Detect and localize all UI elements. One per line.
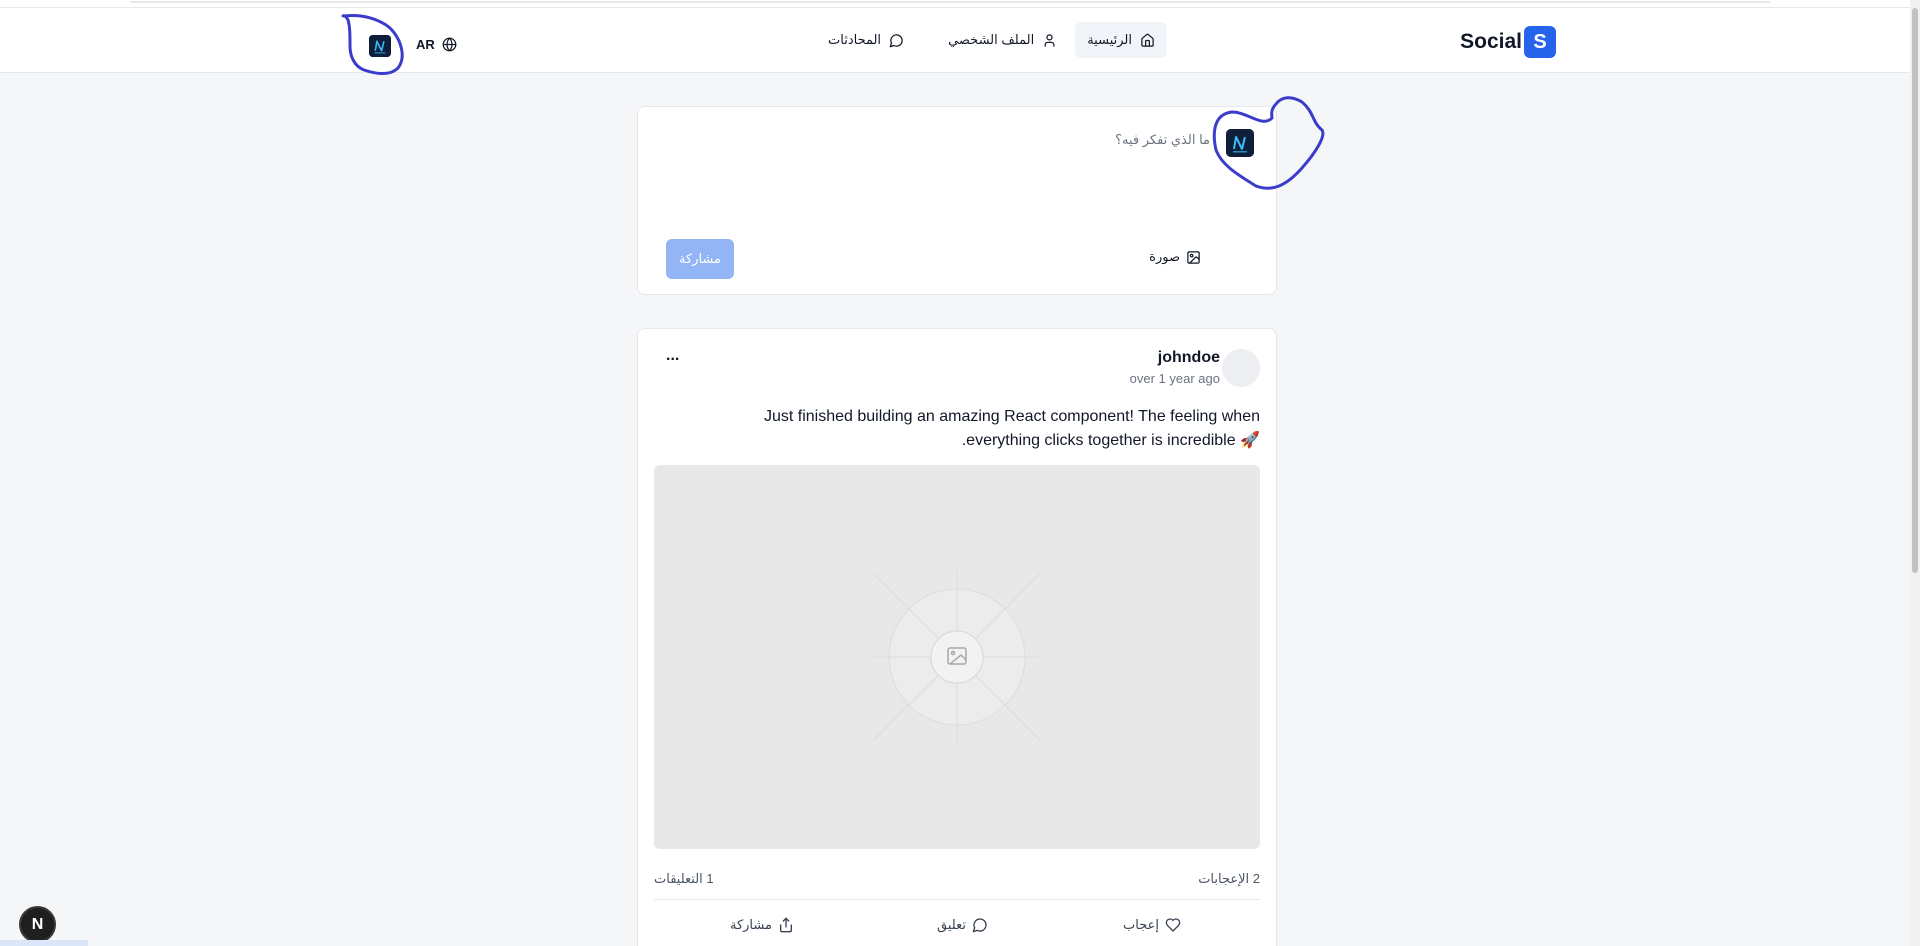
avatar-logo-icon (1226, 129, 1254, 157)
scrollbar-thumb[interactable] (1912, 8, 1918, 573)
publish-button[interactable]: مشاركة (666, 239, 734, 279)
post-image-placeholder[interactable] (654, 465, 1260, 849)
comment-label: تعليق (937, 917, 966, 932)
likes-count[interactable]: 2 الإعجابات (1198, 871, 1260, 887)
post-composer: ما الذي تفكر فيه؟ صورة مشاركة (637, 106, 1277, 295)
comment-icon (972, 918, 987, 933)
bottom-indicator (0, 940, 88, 946)
heart-icon (1165, 918, 1181, 932)
post-author-name[interactable]: johndoe (1158, 349, 1220, 367)
add-photo-button[interactable]: صورة (1149, 249, 1201, 265)
navbar: Social S المحادثات الملف الشخصي الرئيسية… (0, 8, 1910, 73)
composer-input[interactable]: ما الذي تفكر فيه؟ (1115, 132, 1210, 148)
nav-profile[interactable]: الملف الشخصي (936, 22, 1069, 58)
brand-name: Social (1460, 30, 1522, 53)
nav-profile-label: الملف الشخصي (948, 32, 1035, 47)
comments-count[interactable]: 1 التعليقات (654, 871, 714, 887)
share-label: مشاركة (730, 917, 772, 932)
composer-avatar (1226, 129, 1254, 157)
user-avatar-menu[interactable] (369, 35, 391, 57)
language-label: AR (416, 37, 435, 52)
chat-icon (889, 33, 903, 47)
brand-badge: S (1524, 26, 1556, 58)
language-switcher[interactable]: AR (416, 37, 457, 52)
share-icon (779, 917, 792, 933)
image-icon (1187, 250, 1200, 264)
avatar-logo-icon (369, 35, 391, 57)
comment-button[interactable]: تعليق (937, 917, 988, 933)
top-divider (130, 1, 1770, 3)
post-content: Just finished building an amazing React … (700, 405, 1260, 453)
page-scrollbar[interactable] (1910, 0, 1920, 946)
post-author-avatar[interactable] (1222, 349, 1260, 387)
image-placeholder-graphic (872, 571, 1042, 743)
main-nav: المحادثات الملف الشخصي الرئيسية (816, 22, 1167, 58)
user-icon (1044, 33, 1055, 47)
post-timestamp: over 1 year ago (1129, 371, 1220, 386)
like-label: إعجاب (1123, 917, 1159, 932)
browser-top-strip (0, 0, 1920, 8)
add-photo-label: صورة (1149, 249, 1180, 264)
nav-home-label: الرئيسية (1087, 32, 1132, 47)
share-button[interactable]: مشاركة (730, 917, 794, 933)
post-content-line: Just finished building an amazing React … (763, 408, 1260, 425)
post-more-button[interactable]: ... (666, 347, 679, 365)
post-card: johndoe over 1 year ago ... Just finishe… (637, 328, 1277, 946)
nav-chats-label: المحادثات (828, 32, 882, 47)
dev-tools-button[interactable]: N (19, 906, 56, 943)
home-icon (1141, 33, 1154, 47)
nav-chats[interactable]: المحادثات (816, 22, 916, 58)
post-actions-divider (654, 899, 1260, 900)
like-button[interactable]: إعجاب (1123, 917, 1181, 933)
nav-home[interactable]: الرئيسية (1075, 22, 1167, 58)
post-content-line: .everything clicks together is incredibl… (961, 432, 1260, 449)
brand-logo[interactable]: Social S (1460, 26, 1556, 58)
globe-icon (442, 37, 457, 52)
